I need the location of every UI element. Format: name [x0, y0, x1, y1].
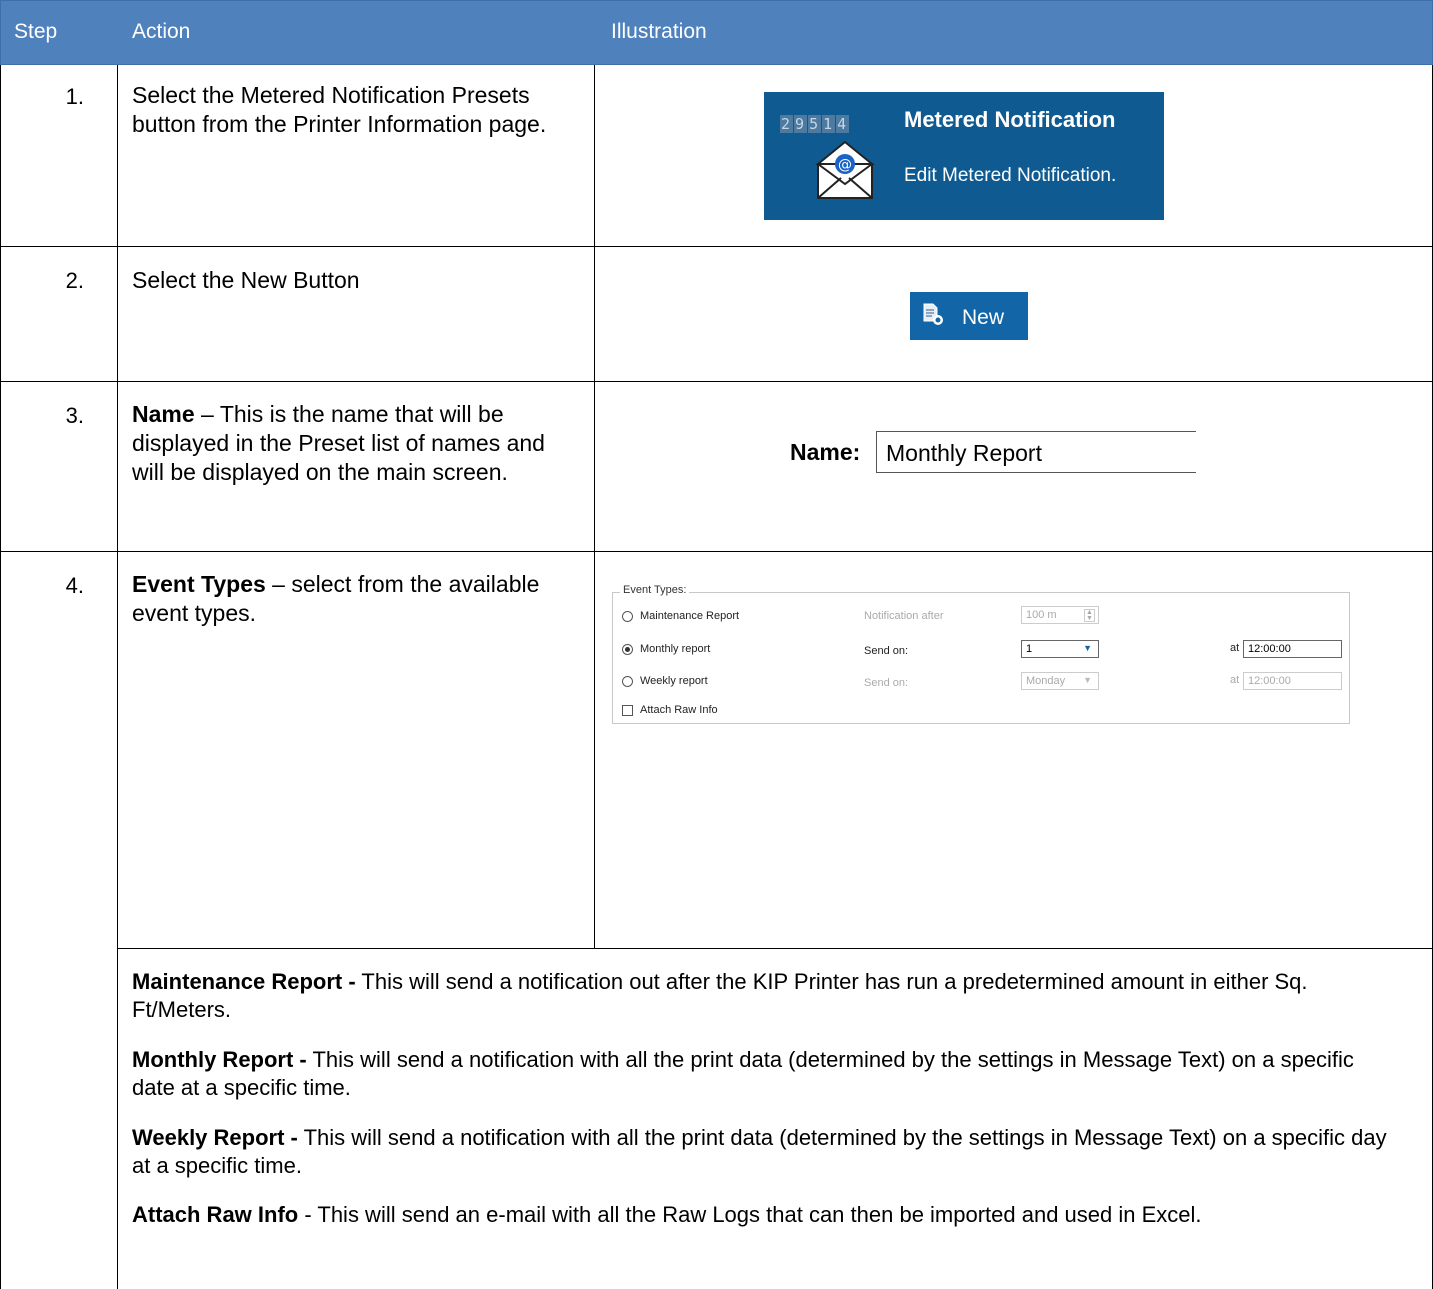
name-label: Name:	[790, 439, 861, 465]
step-number-4: 4.	[65, 573, 84, 598]
new-button-label: New	[962, 306, 1005, 329]
row-divider-4	[117, 948, 1433, 949]
attach-raw-info-label: Attach Raw Info	[640, 704, 718, 716]
step-number-3: 3.	[65, 403, 84, 428]
row-divider-3	[0, 551, 1433, 552]
header-step: Step	[14, 20, 58, 43]
chevron-down-icon: ▼	[1083, 643, 1092, 653]
weekly-report-radio[interactable]	[622, 676, 633, 687]
step-action-3: Name – This is the name that will be dis…	[132, 401, 545, 485]
new-document-icon	[922, 303, 944, 327]
weekly-time-input[interactable]: 12:00:00	[1243, 672, 1342, 690]
metered-button-title: Metered Notification	[904, 107, 1116, 132]
new-button[interactable]: New	[910, 292, 1028, 340]
monthly-report-radio[interactable]	[622, 644, 633, 655]
spinner-arrows-icon[interactable]: ▲ ▼	[1084, 609, 1095, 622]
monthly-time-input[interactable]: 12:00:00	[1243, 640, 1342, 658]
description-monthly: Monthly Report - This will send a notifi…	[132, 1047, 1354, 1100]
monthly-send-on-label: Send on:	[864, 645, 909, 657]
svg-text:@: @	[838, 157, 852, 173]
weekly-day-select[interactable]: Monday ▼	[1021, 672, 1099, 690]
attach-raw-info-checkbox[interactable]	[622, 705, 633, 716]
table-border-left	[0, 65, 1, 1289]
monthly-day-select[interactable]: 1 ▼	[1021, 640, 1099, 658]
monthly-at-label: at	[1230, 642, 1240, 654]
step-number-1: 1.	[65, 84, 84, 109]
description-maintenance: Maintenance Report - This will send a no…	[132, 969, 1308, 1022]
maintenance-report-label: Maintenance Report	[640, 610, 740, 622]
event-types-legend: Event Types:	[620, 584, 690, 596]
step-action-2: Select the New Button	[132, 267, 360, 293]
header-illustration: Illustration	[611, 20, 707, 43]
weekly-send-on-label: Send on:	[864, 677, 909, 689]
header-action: Action	[132, 20, 191, 43]
description-attach: Attach Raw Info - This will send an e-ma…	[132, 1202, 1202, 1227]
meter-digits: 29514	[780, 115, 850, 133]
row-divider-2	[0, 381, 1433, 382]
step-number-2: 2.	[65, 268, 84, 293]
monthly-report-label: Monthly report	[640, 643, 711, 655]
envelope-at-icon: @	[814, 140, 876, 202]
weekly-report-label: Weekly report	[640, 675, 708, 687]
table-divider-action	[594, 65, 595, 948]
row-divider-1	[0, 246, 1433, 247]
notification-after-stepper[interactable]: 100 m ▲ ▼	[1021, 606, 1099, 624]
table-header	[0, 0, 1433, 65]
name-input[interactable]: Monthly Report	[876, 431, 1196, 473]
metered-button-subtitle: Edit Metered Notification.	[904, 165, 1117, 186]
step-action-1: Select the Metered Notification Presets …	[132, 82, 547, 137]
description-weekly: Weekly Report - This will send a notific…	[132, 1125, 1387, 1178]
notification-after-label: Notification after	[864, 610, 944, 622]
chevron-down-icon: ▼	[1083, 675, 1092, 685]
maintenance-report-radio[interactable]	[622, 611, 633, 622]
weekly-at-label: at	[1230, 674, 1240, 686]
step-action-4: Event Types – select from the available …	[132, 571, 540, 626]
table-divider-step	[117, 65, 118, 1289]
